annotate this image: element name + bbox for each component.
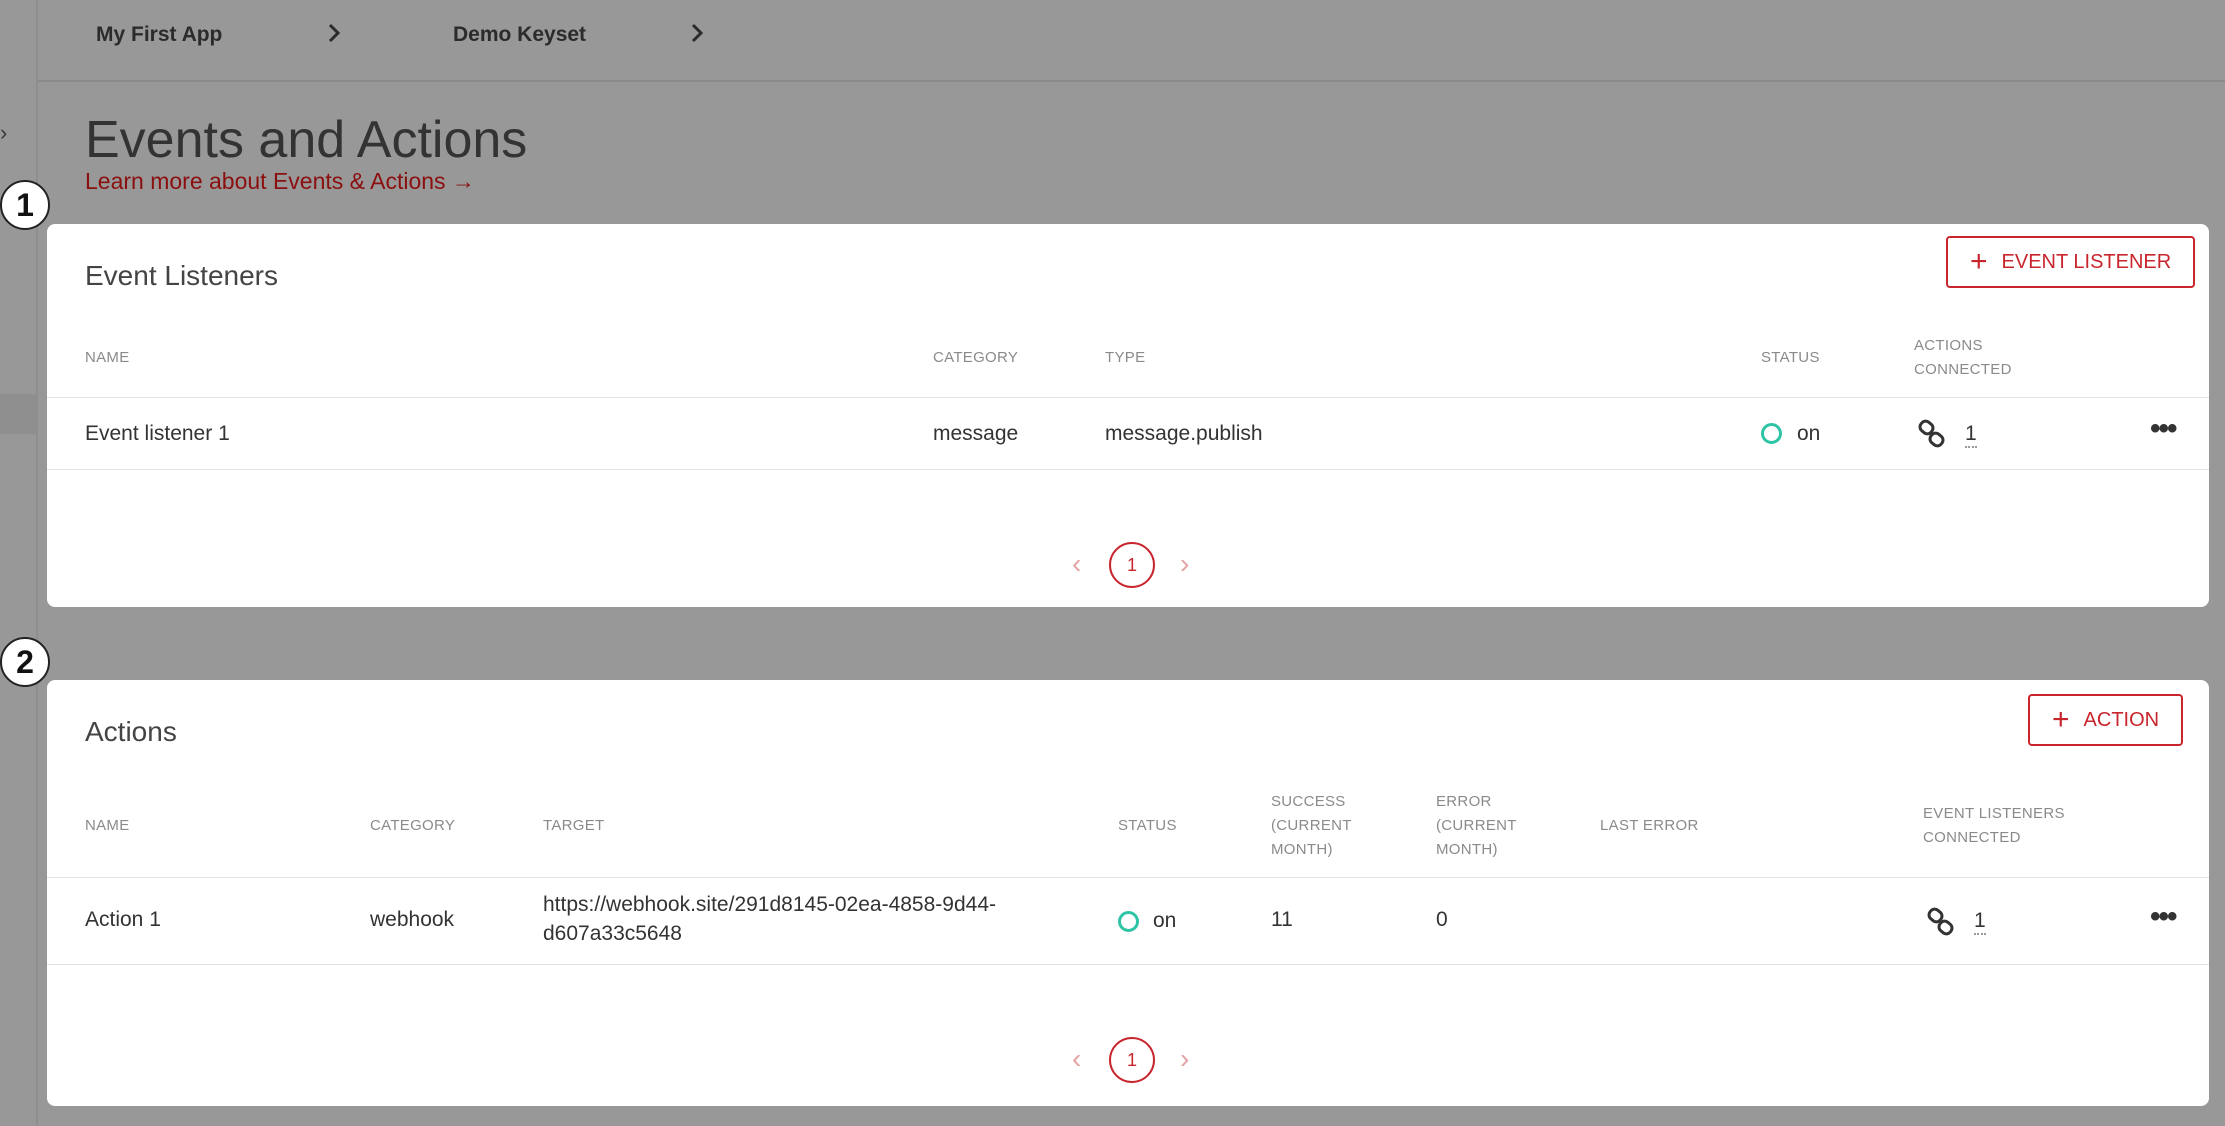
action-error-count: 0 [1436, 908, 1448, 931]
link-icon [1917, 419, 1947, 449]
column-header-category: CATEGORY [933, 349, 1019, 366]
learn-more-link[interactable]: Learn more about Events & Actions → [85, 168, 475, 195]
column-header-error-line1: ERROR [1436, 793, 1492, 810]
column-header-success: SUCCESS (CURRENT MONTH) [1271, 790, 1352, 862]
column-header-event-listeners-connected-line1: EVENT LISTENERS [1923, 805, 2065, 822]
step-badge-2: 2 [0, 637, 50, 687]
column-header-success-line1: SUCCESS [1271, 793, 1346, 810]
link-icon [1926, 907, 1956, 937]
event-listeners-connected-count[interactable]: 1 [1974, 909, 1986, 935]
column-header-actions-connected-line2: CONNECTED [1914, 361, 2012, 378]
add-event-listener-label: EVENT LISTENER [2001, 250, 2172, 273]
sidebar-collapsed: › [0, 0, 38, 1126]
event-listener-name[interactable]: Event listener 1 [85, 419, 230, 448]
pagination-prev-icon[interactable]: ‹ [1072, 550, 1081, 578]
column-header-error-line2: (CURRENT [1436, 817, 1517, 834]
plus-icon: + [2052, 703, 2070, 736]
row-divider [47, 877, 2209, 878]
breadcrumb: My First App Demo Keyset [38, 0, 2225, 82]
breadcrumb-app[interactable]: My First App [96, 23, 222, 47]
status-on-icon [1761, 423, 1782, 444]
row-divider [47, 397, 2209, 398]
step-badge-1: 1 [0, 180, 50, 230]
column-header-error: ERROR (CURRENT MONTH) [1436, 790, 1517, 862]
pagination-page-1[interactable]: 1 [1109, 1037, 1155, 1083]
column-header-status: STATUS [1118, 817, 1177, 834]
column-header-category: CATEGORY [370, 817, 456, 834]
column-header-event-listeners-connected: EVENT LISTENERS CONNECTED [1923, 802, 2065, 850]
column-header-name: NAME [85, 349, 130, 366]
more-horizontal-icon[interactable]: ••• [2150, 414, 2177, 444]
sidebar-active-item[interactable] [0, 394, 38, 434]
row-divider [47, 469, 2209, 470]
column-header-name: NAME [85, 817, 130, 834]
page-title: Events and Actions [85, 111, 528, 169]
breadcrumb-keyset[interactable]: Demo Keyset [453, 23, 586, 47]
actions-connected-count[interactable]: 1 [1965, 422, 1977, 448]
action-target: https://webhook.site/291d8145-02ea-4858-… [543, 890, 996, 948]
add-event-listener-button[interactable]: + EVENT LISTENER [1946, 236, 2196, 288]
pagination-next-icon[interactable]: › [1180, 1045, 1189, 1073]
add-action-label: ACTION [2083, 708, 2160, 731]
event-listeners-card: Event Listeners + EVENT LISTENER NAME CA… [47, 224, 2209, 607]
actions-card: Actions + ACTION NAME CATEGORY TARGET ST… [47, 680, 2209, 1106]
column-header-target: TARGET [543, 817, 605, 834]
column-header-error-line3: MONTH) [1436, 841, 1498, 858]
column-header-type: TYPE [1105, 349, 1146, 366]
pagination-page-1[interactable]: 1 [1109, 542, 1155, 588]
event-listeners-title: Event Listeners [85, 260, 278, 291]
status-on-icon [1118, 911, 1139, 932]
chevron-right-icon[interactable] [324, 18, 346, 48]
actions-title: Actions [85, 716, 177, 747]
column-header-actions-connected: ACTIONS CONNECTED [1914, 334, 2012, 382]
action-name[interactable]: Action 1 [85, 905, 161, 934]
more-horizontal-icon[interactable]: ••• [2150, 902, 2177, 932]
event-listener-status: on [1797, 422, 1821, 445]
event-listener-category: message [933, 422, 1019, 445]
plus-icon: + [1970, 245, 1988, 278]
column-header-success-line3: MONTH) [1271, 841, 1333, 858]
action-category: webhook [370, 908, 455, 931]
column-header-event-listeners-connected-line2: CONNECTED [1923, 829, 2021, 846]
column-header-status: STATUS [1761, 349, 1820, 366]
action-status: on [1153, 909, 1177, 932]
pagination-next-icon[interactable]: › [1180, 550, 1189, 578]
action-target-line1: https://webhook.site/291d8145-02ea-4858-… [543, 893, 996, 916]
column-header-last-error: LAST ERROR [1600, 817, 1699, 834]
sidebar-expand-chevron-icon[interactable]: › [0, 120, 7, 146]
chevron-right-icon[interactable] [687, 18, 709, 48]
action-success-count: 11 [1271, 908, 1293, 931]
event-listener-type: message.publish [1105, 422, 1263, 445]
add-action-button[interactable]: + ACTION [2028, 694, 2184, 746]
row-divider [47, 964, 2209, 965]
column-header-actions-connected-line1: ACTIONS [1914, 337, 1983, 354]
pagination-prev-icon[interactable]: ‹ [1072, 1045, 1081, 1073]
action-target-line2: d607a33c5648 [543, 922, 682, 945]
column-header-success-line2: (CURRENT [1271, 817, 1352, 834]
